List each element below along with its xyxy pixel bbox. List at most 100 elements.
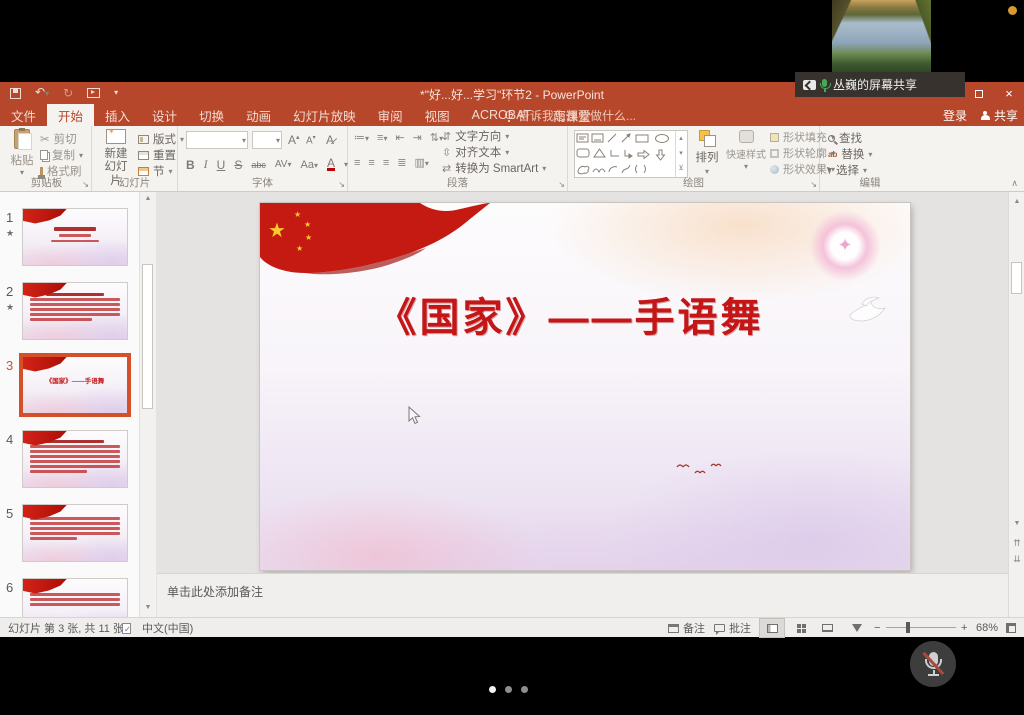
close-window-button[interactable]: × (994, 82, 1024, 104)
zoom-slider[interactable] (886, 627, 956, 628)
carousel-dots[interactable] (489, 686, 528, 693)
zoom-in-button[interactable]: + (961, 618, 967, 638)
canvas-scrollbar[interactable]: ▲ ▼ ⇈ ⇊ (1008, 192, 1024, 617)
tab-view[interactable]: 视图 (414, 104, 461, 126)
scrollbar-thumb[interactable] (142, 264, 153, 409)
reading-view-button[interactable] (816, 619, 838, 637)
group-label-editing: 编辑 (820, 175, 920, 190)
columns-icon[interactable]: ▥▾ (414, 156, 428, 169)
font-size-combo[interactable]: ▾ (252, 131, 282, 149)
slide-thumbnail-5[interactable] (22, 504, 128, 562)
scroll-up-icon[interactable]: ▲ (1009, 198, 1024, 205)
tab-review[interactable]: 审阅 (367, 104, 414, 126)
fit-to-window-icon[interactable] (1006, 618, 1016, 638)
slide-show-button[interactable] (846, 619, 868, 637)
scroll-up-icon[interactable]: ▲ (140, 195, 156, 202)
dialog-launcher-icon[interactable]: ↘ (82, 180, 89, 189)
grow-font-button[interactable]: A▴ (288, 133, 300, 147)
replace-button[interactable]: ab替换▾ (828, 146, 872, 162)
character-spacing-button[interactable]: AV▾ (275, 159, 292, 170)
group-label-drawing: 绘图 (568, 175, 819, 190)
align-left-icon[interactable]: ≡ (354, 157, 360, 169)
normal-view-icon (767, 624, 778, 633)
zoom-percentage[interactable]: 68% (976, 618, 998, 638)
carousel-dot[interactable] (505, 686, 512, 693)
carousel-dot-current[interactable] (489, 686, 496, 693)
align-text-icon: ⇳ (442, 146, 451, 159)
quick-styles-button[interactable]: 快速样式 ▾ (724, 130, 768, 172)
slide-title[interactable]: 《国家》——手语舞 (260, 285, 880, 343)
slide-sorter-button[interactable] (790, 619, 812, 637)
paste-button[interactable]: 粘贴 ▾ (6, 129, 38, 177)
numbering-icon[interactable]: ≡▾ (377, 132, 387, 144)
shrink-font-button[interactable]: A▾ (306, 134, 316, 146)
underline-button[interactable]: U (217, 158, 226, 172)
tab-design[interactable]: 设计 (141, 104, 188, 126)
notes-toggle[interactable]: 备注 (668, 618, 705, 638)
meeting-video-thumbnail[interactable] (832, 0, 931, 72)
thumb-number: 3 (6, 358, 13, 373)
text-direction-button[interactable]: ⇵文字方向▾ (442, 128, 546, 144)
tab-insert[interactable]: 插入 (94, 104, 141, 126)
slide-thumbnail-1[interactable] (22, 208, 128, 266)
copy-button[interactable]: 复制▾ (40, 147, 83, 163)
next-slide-icon[interactable]: ⇊ (1009, 554, 1024, 565)
screen-share-banner[interactable]: 丛巍的屏幕共享 (795, 72, 965, 97)
collapse-ribbon-icon[interactable]: ∧ (1011, 178, 1018, 189)
comments-toggle[interactable]: 批注 (714, 618, 751, 638)
language-indicator[interactable]: 中文(中国) (142, 618, 193, 638)
carousel-dot[interactable] (521, 686, 528, 693)
restore-window-button[interactable] (964, 82, 994, 104)
find-button[interactable]: 查找 (828, 130, 872, 146)
zoom-slider-thumb[interactable] (906, 622, 910, 633)
share-button[interactable]: 共享 (981, 107, 1018, 124)
strikethrough-button[interactable]: S (234, 158, 242, 172)
tell-me-box[interactable]: 告诉我您想要做什么... (505, 104, 636, 126)
tab-file[interactable]: 文件 (0, 104, 47, 126)
zoom-out-button[interactable]: − (874, 618, 880, 638)
slide-canvas[interactable]: ★ ★ ★ ★ ★ ✦ 《国家》——手语舞 (260, 203, 910, 570)
align-right-icon[interactable]: ≡ (383, 157, 389, 169)
slide-thumbnail-6[interactable] (22, 578, 128, 617)
previous-slide-icon[interactable]: ⇈ (1009, 538, 1024, 549)
shapes-gallery-scroll[interactable]: ▴▾⊻ (675, 131, 686, 177)
increase-indent-icon[interactable]: ⇥ (413, 131, 422, 144)
tab-transitions[interactable]: 切换 (188, 104, 235, 126)
sign-in-button[interactable]: 登录 (943, 107, 967, 124)
dialog-launcher-icon[interactable]: ↘ (338, 180, 345, 189)
scroll-down-icon[interactable]: ▼ (140, 604, 156, 611)
decrease-indent-icon[interactable]: ⇤ (395, 131, 404, 144)
tab-slideshow[interactable]: 幻灯片放映 (282, 104, 367, 126)
group-slides: 新建幻灯片 ▾ 版式▾ 重置 节▾ 幻灯片 (92, 126, 178, 191)
thumbnail-scrollbar[interactable]: ▲ ▼ (140, 192, 156, 617)
spellcheck-icon[interactable] (122, 618, 131, 638)
dialog-launcher-icon[interactable]: ↘ (558, 180, 565, 189)
bold-button[interactable]: B (186, 158, 195, 172)
clear-formatting-button[interactable]: A̷ (326, 133, 334, 147)
font-name-combo[interactable]: ▾ (186, 131, 248, 149)
slide-thumbnail-3-selected[interactable]: 《国家》——手语舞 (22, 356, 128, 414)
normal-view-button[interactable] (760, 619, 784, 637)
notes-pane[interactable]: 单击此处添加备注 (157, 573, 1008, 617)
slide-thumbnail-2[interactable] (22, 282, 128, 340)
convert-smartart-button[interactable]: ⇄转换为 SmartArt▾ (442, 160, 546, 176)
tab-home[interactable]: 开始 (47, 104, 94, 126)
align-center-icon[interactable]: ≡ (368, 157, 374, 169)
new-slide-button[interactable]: 新建幻灯片 ▾ (96, 129, 136, 201)
shapes-gallery[interactable]: ▴▾⊻ (574, 130, 688, 178)
bullets-icon[interactable]: ≔▾ (354, 131, 369, 144)
dialog-launcher-icon[interactable]: ↘ (810, 180, 817, 189)
slide-thumbnail-4[interactable] (22, 430, 128, 488)
arrange-button[interactable]: 排列 ▾ (692, 130, 722, 177)
font-color-button[interactable]: A (327, 158, 335, 171)
microphone-muted-button[interactable] (910, 641, 956, 687)
cut-button[interactable]: ✂剪切 (40, 131, 83, 147)
italic-button[interactable]: I (204, 157, 208, 172)
tab-animations[interactable]: 动画 (235, 104, 282, 126)
justify-icon[interactable]: ≣ (397, 156, 406, 169)
scrollbar-thumb[interactable] (1011, 262, 1022, 294)
align-text-button[interactable]: ⇳对齐文本▾ (442, 144, 546, 160)
change-case-button[interactable]: Aa▾ (301, 159, 318, 171)
scroll-down-icon[interactable]: ▼ (1009, 520, 1024, 527)
text-shadow-button[interactable]: abc (251, 160, 266, 170)
